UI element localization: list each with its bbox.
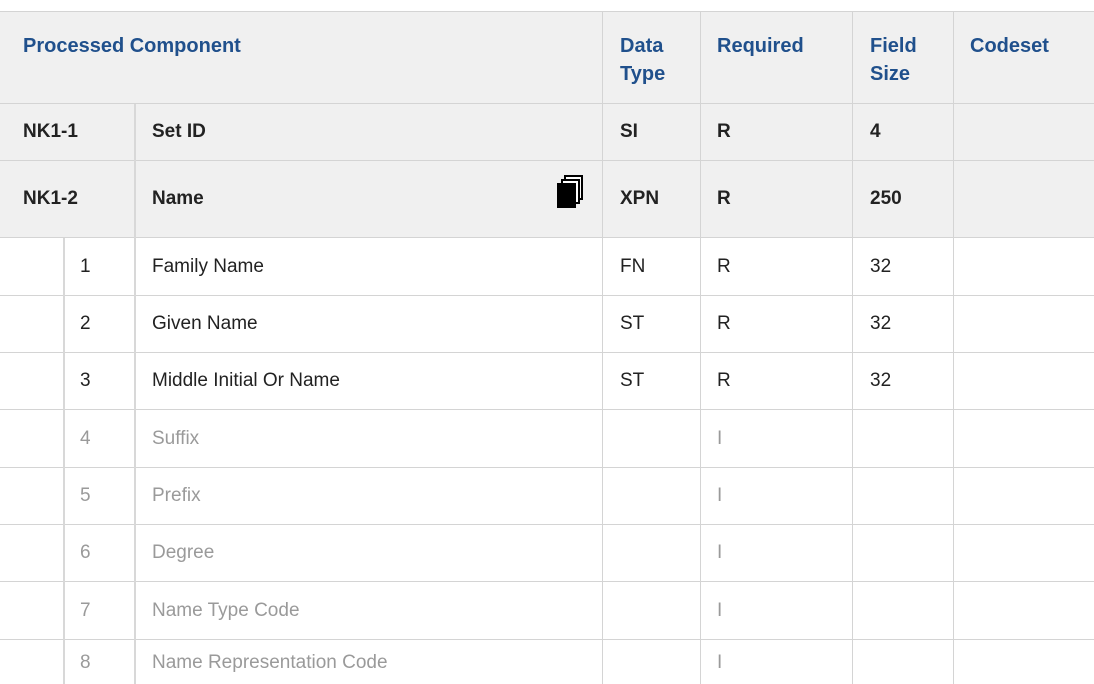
header-field-size-line1: Field xyxy=(870,35,917,57)
field-name: Set ID xyxy=(152,121,206,142)
component-required: R xyxy=(717,255,731,277)
component-name: Prefix xyxy=(152,485,201,506)
column-divider xyxy=(953,11,954,684)
column-divider xyxy=(602,11,603,684)
component-field-size: 32 xyxy=(870,255,892,277)
field-size: 4 xyxy=(870,121,881,142)
header-required: Required xyxy=(717,35,804,57)
component-name: Given Name xyxy=(152,313,258,334)
component-required: R xyxy=(717,370,731,391)
component-row: 2 Given Name ST R 32 xyxy=(0,296,1094,353)
column-divider xyxy=(700,11,701,684)
segment-field-table: Processed Component Data Type Required F… xyxy=(0,0,1094,684)
header-data-type: Data Type xyxy=(620,12,665,103)
component-data-type: ST xyxy=(620,313,645,334)
component-required: I xyxy=(717,599,723,621)
column-divider xyxy=(134,104,136,684)
component-number: 4 xyxy=(80,427,91,449)
component-name: Name Representation Code xyxy=(152,652,388,673)
field-row: NK1-2 Name XPN R 250 xyxy=(0,161,1094,238)
copy-icon[interactable] xyxy=(556,175,586,209)
component-name: Suffix xyxy=(152,427,200,449)
table-header-row: Processed Component Data Type Required F… xyxy=(0,11,1094,104)
header-data-type-line1: Data xyxy=(620,35,664,57)
field-size: 250 xyxy=(870,188,902,209)
component-required: I xyxy=(717,652,723,673)
field-row: NK1-1 Set ID SI R 4 xyxy=(0,104,1094,161)
component-required: I xyxy=(717,485,723,506)
component-required: R xyxy=(717,313,731,334)
component-number: 3 xyxy=(80,370,91,391)
component-field-size: 32 xyxy=(870,313,892,334)
field-id: NK1-1 xyxy=(23,121,78,142)
component-data-type: ST xyxy=(620,370,645,391)
component-name: Degree xyxy=(152,542,215,563)
component-field-size: 32 xyxy=(870,370,892,391)
header-data-type-line2: Type xyxy=(620,63,666,85)
column-divider xyxy=(63,238,65,684)
component-number: 1 xyxy=(80,255,91,277)
component-number: 7 xyxy=(80,599,91,621)
component-name: Family Name xyxy=(152,255,264,277)
header-field-size: Field Size xyxy=(870,12,917,103)
component-required: I xyxy=(717,427,723,449)
component-row: 5 Prefix I xyxy=(0,468,1094,525)
field-id: NK1-2 xyxy=(23,188,78,209)
component-name: Middle Initial Or Name xyxy=(152,370,340,391)
component-row: 4 Suffix I xyxy=(0,410,1094,468)
component-row: 3 Middle Initial Or Name ST R 32 xyxy=(0,353,1094,410)
component-number: 5 xyxy=(80,485,91,506)
component-row: 6 Degree I xyxy=(0,525,1094,582)
component-row: 8 Name Representation Code I xyxy=(0,640,1094,684)
component-required: I xyxy=(717,542,723,563)
component-name: Name Type Code xyxy=(152,599,300,621)
component-number: 8 xyxy=(80,652,91,673)
component-row: 7 Name Type Code I xyxy=(0,582,1094,640)
column-divider xyxy=(852,11,853,684)
field-required: R xyxy=(717,188,731,209)
component-row: 1 Family Name FN R 32 xyxy=(0,238,1094,296)
header-processed-component: Processed Component xyxy=(23,35,241,57)
component-data-type: FN xyxy=(620,255,646,277)
header-codeset: Codeset xyxy=(970,35,1049,57)
field-data-type: XPN xyxy=(620,188,660,209)
component-number: 6 xyxy=(80,542,91,563)
field-name: Name xyxy=(152,188,204,209)
header-field-size-line2: Size xyxy=(870,63,911,85)
field-data-type: SI xyxy=(620,121,638,142)
field-required: R xyxy=(717,121,731,142)
component-number: 2 xyxy=(80,313,91,334)
